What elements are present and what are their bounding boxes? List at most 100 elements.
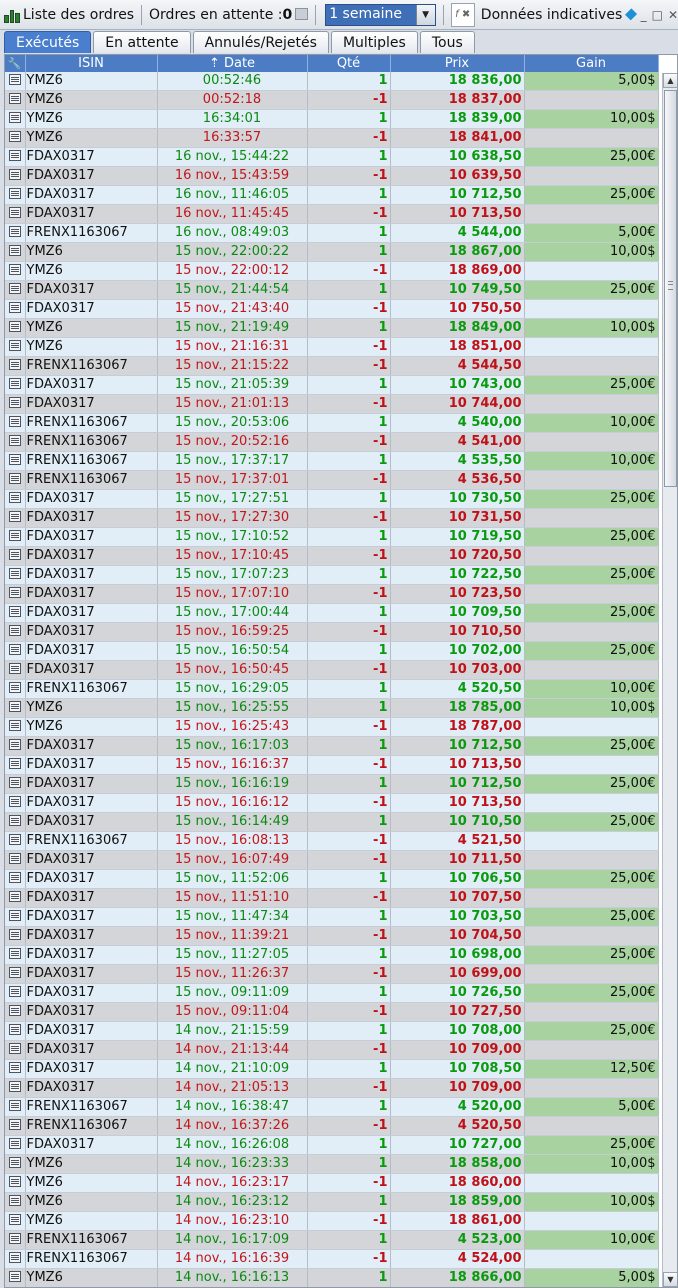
column-header-gain[interactable]: Gain: [524, 55, 659, 72]
document-icon[interactable]: [8, 264, 21, 275]
document-icon[interactable]: [8, 853, 21, 864]
document-icon[interactable]: [8, 207, 21, 218]
document-icon[interactable]: [8, 549, 21, 560]
order-detail-cell[interactable]: [5, 945, 26, 965]
order-detail-cell[interactable]: [5, 1211, 26, 1231]
order-detail-cell[interactable]: [5, 147, 26, 167]
table-row[interactable]: FDAX0317 15 nov., 17:00:44 1 10 709,50 25,00…: [5, 603, 659, 623]
table-row[interactable]: YMZ6 15 nov., 22:00:22 1 18 867,00 10,00$: [5, 242, 659, 262]
order-detail-cell[interactable]: [5, 546, 26, 566]
order-detail-cell[interactable]: [5, 508, 26, 528]
document-icon[interactable]: [8, 663, 21, 674]
order-detail-cell[interactable]: [5, 299, 26, 319]
table-row[interactable]: YMZ6 15 nov., 21:16:31 -1 18 851,00: [5, 337, 659, 357]
column-header-isin[interactable]: ISIN: [25, 55, 158, 72]
document-icon[interactable]: [8, 891, 21, 902]
table-row[interactable]: YMZ6 15 nov., 22:00:12 -1 18 869,00: [5, 261, 659, 281]
table-row[interactable]: FRENX1163067 15 nov., 17:37:17 1 4 535,50 10…: [5, 451, 659, 471]
minimize-icon[interactable]: _: [641, 8, 647, 22]
table-row[interactable]: YMZ6 14 nov., 16:23:12 1 18 859,00 10,00$: [5, 1192, 659, 1212]
document-icon[interactable]: [8, 1005, 21, 1016]
table-row[interactable]: FDAX0317 15 nov., 11:39:21 -1 10 704,50: [5, 926, 659, 946]
tab-tous[interactable]: Tous: [419, 31, 475, 53]
document-icon[interactable]: [8, 910, 21, 921]
document-icon[interactable]: [8, 188, 21, 199]
table-row[interactable]: YMZ6 14 nov., 16:16:13 1 18 866,00 5,00$: [5, 1268, 659, 1287]
document-icon[interactable]: [8, 169, 21, 180]
order-detail-cell[interactable]: [5, 1059, 26, 1079]
table-row[interactable]: FDAX0317 14 nov., 21:10:09 1 10 708,50 12,50…: [5, 1059, 659, 1079]
order-detail-cell[interactable]: [5, 1192, 26, 1212]
order-detail-cell[interactable]: [5, 736, 26, 756]
table-row[interactable]: FDAX0317 15 nov., 11:52:06 1 10 706,50 25,00…: [5, 869, 659, 889]
table-row[interactable]: FDAX0317 16 nov., 11:46:05 1 10 712,50 25,00…: [5, 185, 659, 205]
order-detail-cell[interactable]: [5, 1040, 26, 1060]
order-detail-cell[interactable]: [5, 717, 26, 737]
table-row[interactable]: FRENX1163067 14 nov., 16:38:47 1 4 520,00 5,…: [5, 1097, 659, 1117]
order-detail-cell[interactable]: [5, 185, 26, 205]
document-icon[interactable]: [8, 606, 21, 617]
document-icon[interactable]: [8, 967, 21, 978]
document-icon[interactable]: [8, 644, 21, 655]
table-row[interactable]: YMZ6 15 nov., 16:25:43 -1 18 787,00: [5, 717, 659, 737]
document-icon[interactable]: [8, 1119, 21, 1130]
table-row[interactable]: FDAX0317 15 nov., 21:05:39 1 10 743,00 25,00…: [5, 375, 659, 395]
order-detail-cell[interactable]: [5, 90, 26, 110]
document-icon[interactable]: [8, 1271, 21, 1282]
table-row[interactable]: FRENX1163067 16 nov., 08:49:03 1 4 544,00 5,…: [5, 223, 659, 243]
order-detail-cell[interactable]: [5, 1116, 26, 1136]
order-detail-cell[interactable]: [5, 964, 26, 984]
table-row[interactable]: FDAX0317 15 nov., 17:07:10 -1 10 723,50: [5, 584, 659, 604]
document-icon[interactable]: [8, 435, 21, 446]
order-detail-cell[interactable]: [5, 166, 26, 186]
order-detail-cell[interactable]: [5, 527, 26, 547]
order-detail-cell[interactable]: [5, 223, 26, 243]
document-icon[interactable]: [8, 720, 21, 731]
order-detail-cell[interactable]: [5, 869, 26, 889]
document-icon[interactable]: [8, 226, 21, 237]
document-icon[interactable]: [8, 1043, 21, 1054]
table-row[interactable]: FDAX0317 15 nov., 17:07:23 1 10 722,50 25,00…: [5, 565, 659, 585]
document-icon[interactable]: [8, 378, 21, 389]
table-row[interactable]: FDAX0317 15 nov., 16:17:03 1 10 712,50 25,00…: [5, 736, 659, 756]
table-row[interactable]: FDAX0317 15 nov., 16:16:12 -1 10 713,50: [5, 793, 659, 813]
document-icon[interactable]: [8, 473, 21, 484]
table-row[interactable]: FDAX0317 15 nov., 21:01:13 -1 10 744,00: [5, 394, 659, 414]
chevron-down-icon[interactable]: ▼: [415, 4, 435, 25]
tab-multiples[interactable]: Multiples: [330, 31, 418, 53]
table-row[interactable]: YMZ6 14 nov., 16:23:17 -1 18 860,00: [5, 1173, 659, 1193]
document-icon[interactable]: [8, 131, 21, 142]
table-row[interactable]: YMZ6 16:33:57 -1 18 841,00: [5, 128, 659, 148]
table-row[interactable]: FDAX0317 14 nov., 21:15:59 1 10 708,00 25,00…: [5, 1021, 659, 1041]
document-icon[interactable]: [8, 112, 21, 123]
table-row[interactable]: YMZ6 00:52:18 -1 18 837,00: [5, 90, 659, 110]
document-icon[interactable]: [8, 492, 21, 503]
table-row[interactable]: FDAX0317 15 nov., 16:16:37 -1 10 713,50: [5, 755, 659, 775]
table-row[interactable]: FRENX1163067 15 nov., 21:15:22 -1 4 544,50: [5, 356, 659, 376]
table-row[interactable]: FRENX1163067 15 nov., 20:52:16 -1 4 541,00: [5, 432, 659, 452]
table-row[interactable]: FRENX1163067 15 nov., 17:37:01 -1 4 536,50: [5, 470, 659, 490]
document-icon[interactable]: [8, 758, 21, 769]
document-icon[interactable]: [8, 454, 21, 465]
document-icon[interactable]: [8, 796, 21, 807]
order-detail-cell[interactable]: [5, 1173, 26, 1193]
table-row[interactable]: YMZ6 14 nov., 16:23:33 1 18 858,00 10,00$: [5, 1154, 659, 1174]
table-row[interactable]: FRENX1163067 14 nov., 16:16:39 -1 4 524,00: [5, 1249, 659, 1269]
order-detail-cell[interactable]: [5, 584, 26, 604]
document-icon[interactable]: [8, 1138, 21, 1149]
document-icon[interactable]: [8, 834, 21, 845]
order-detail-cell[interactable]: [5, 774, 26, 794]
table-row[interactable]: FRENX1163067 15 nov., 20:53:06 1 4 540,00 10…: [5, 413, 659, 433]
table-row[interactable]: FRENX1163067 14 nov., 16:17:09 1 4 523,00 10…: [5, 1230, 659, 1250]
document-icon[interactable]: [8, 1062, 21, 1073]
document-icon[interactable]: [8, 587, 21, 598]
order-detail-cell[interactable]: [5, 72, 26, 91]
diamond-icon[interactable]: [625, 8, 638, 21]
table-row[interactable]: FDAX0317 15 nov., 16:50:54 1 10 702,00 25,00…: [5, 641, 659, 661]
order-detail-cell[interactable]: [5, 1268, 26, 1287]
table-row[interactable]: FDAX0317 15 nov., 11:51:10 -1 10 707,50: [5, 888, 659, 908]
document-icon[interactable]: [8, 1214, 21, 1225]
document-icon[interactable]: [8, 1233, 21, 1244]
table-row[interactable]: FDAX0317 15 nov., 21:43:40 -1 10 750,50: [5, 299, 659, 319]
maximize-icon[interactable]: □: [652, 8, 663, 22]
